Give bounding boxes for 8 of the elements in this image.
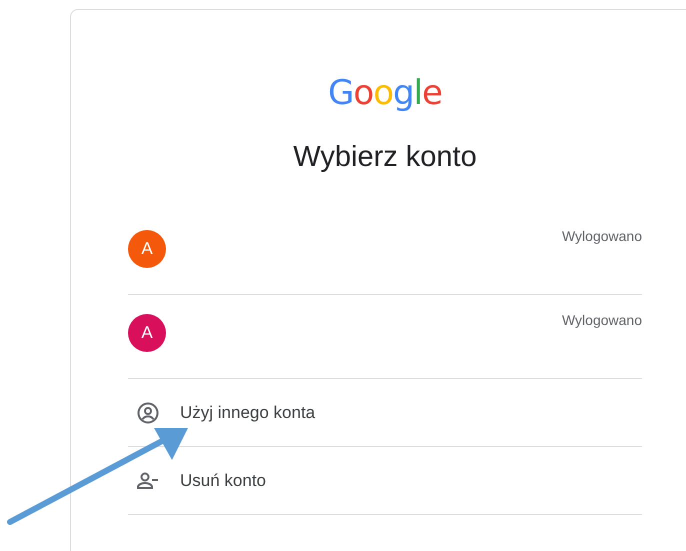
account-avatar: A xyxy=(128,230,166,268)
account-status: Wylogowano xyxy=(562,312,642,328)
page-title: Wybierz konto xyxy=(293,140,477,175)
use-another-account-link[interactable]: Użyj innego konta xyxy=(180,402,316,422)
remove-account-link[interactable]: Usuń konto xyxy=(180,470,266,490)
google-logo: Google xyxy=(328,73,442,113)
account-status: Wylogowano xyxy=(562,228,642,244)
account-avatar: A xyxy=(128,314,166,352)
